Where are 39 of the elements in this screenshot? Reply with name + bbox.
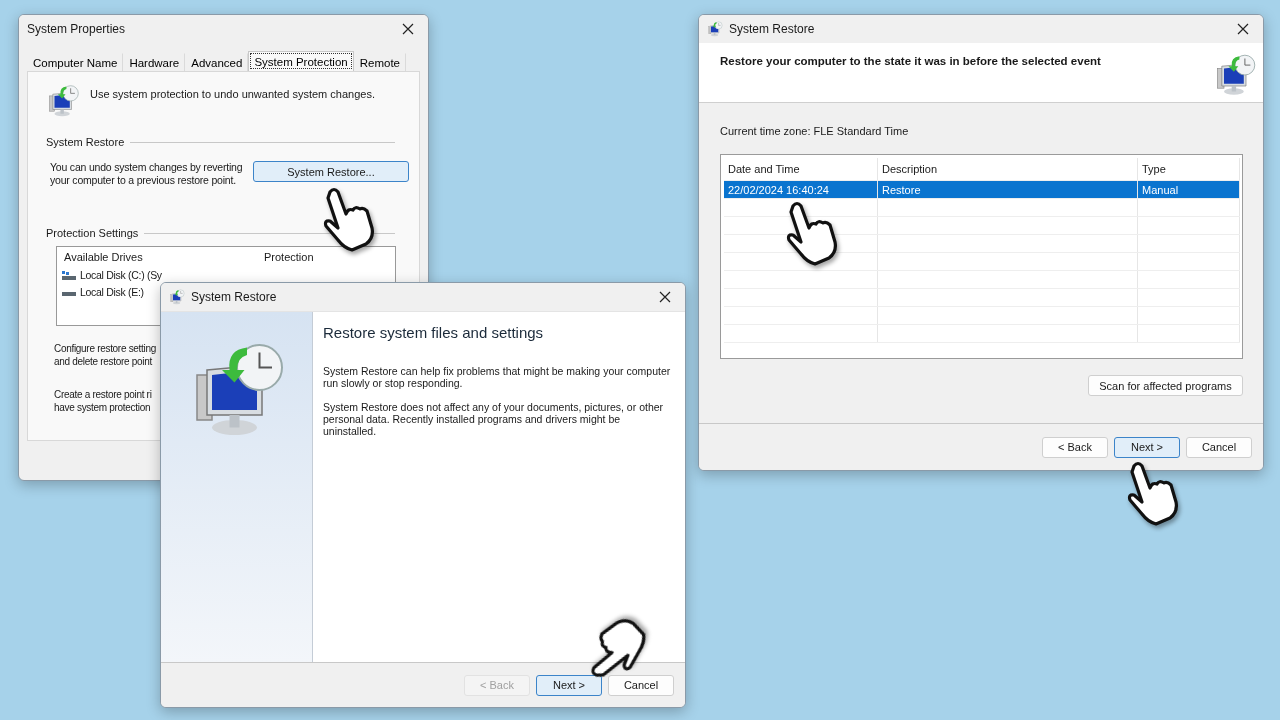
close-icon	[659, 291, 671, 303]
description-text: You can undo system changes by reverting your computer to a previous restore point.	[50, 161, 244, 187]
drive-icon	[62, 270, 76, 281]
wizard-heading: Restore system files and settings	[323, 324, 545, 341]
scan-button[interactable]: Scan for affected programs	[1088, 375, 1243, 396]
group-heading: Protection Settings	[46, 227, 139, 240]
column-header[interactable]: Type	[1138, 158, 1240, 180]
paragraph: System Restore does not affect any of your documents, pictures, or other personal data. Recently installed programs and drivers might be uninstalled.	[323, 401, 665, 437]
next-button[interactable]: Next >	[536, 674, 602, 696]
group-heading: System Restore	[46, 136, 125, 149]
note-text: and delete restore point	[54, 355, 152, 368]
timezone-text: Current time zone: FLE Standard Time	[720, 125, 910, 138]
note-text: Configure restore setting	[54, 342, 156, 355]
table-row[interactable]: 22/02/2024 16:40:24 Restore Manual	[724, 181, 1240, 199]
monitor-clock-icon	[169, 289, 185, 305]
wizard-heading: Restore your computer to the state it was in before the selected event	[720, 55, 1101, 69]
system-restore-button[interactable]: System Restore...	[253, 161, 409, 182]
drive-name[interactable]: Local Disk (E:)	[80, 286, 144, 299]
paragraph: System Restore can help fix problems that might be making your computer run slowly or stop responding.	[323, 365, 672, 389]
note-text: have system protection	[54, 401, 151, 414]
back-button[interactable]: < Back	[1042, 436, 1108, 458]
close-icon	[402, 23, 414, 35]
monitor-clock-icon	[707, 21, 723, 37]
column-header[interactable]: Date and Time	[724, 158, 878, 180]
column-header[interactable]: Description	[878, 158, 1138, 180]
drive-name[interactable]: Local Disk (C:) (Sy	[80, 269, 162, 282]
close-icon	[1237, 23, 1249, 35]
cancel-button[interactable]: Cancel	[608, 674, 674, 696]
column-header[interactable]: Available Drives	[57, 251, 150, 263]
window-title: System Properties	[27, 22, 127, 36]
next-button[interactable]: Next >	[1114, 436, 1180, 458]
window-title: System Restore	[729, 22, 816, 36]
tab[interactable]: System Protection	[248, 51, 354, 71]
monitor-clock-icon	[46, 84, 80, 118]
window-title: System Restore	[191, 290, 278, 304]
note-text: Create a restore point ri	[54, 388, 152, 401]
column-header[interactable]: Protection	[257, 251, 321, 263]
intro-text: Use system protection to undo unwanted system changes.	[90, 88, 375, 101]
cancel-button[interactable]: Cancel	[1186, 436, 1252, 458]
